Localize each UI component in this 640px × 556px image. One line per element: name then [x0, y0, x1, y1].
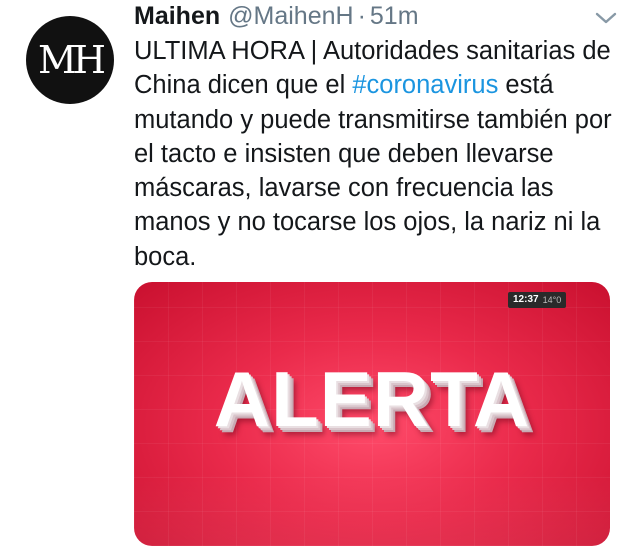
separator-dot: · [357, 2, 366, 30]
tweet-media-image[interactable]: 12:37 14°0 ALERTA [134, 282, 610, 546]
user-handle[interactable]: @MaihenH [228, 1, 353, 31]
alert-headline: ALERTA [213, 355, 531, 443]
avatar[interactable]: MH [26, 16, 114, 104]
tv-clock-time: 12:37 [513, 294, 539, 305]
tweet-text-part: está mutando y puede transmitirse tambié… [134, 71, 612, 271]
timestamp[interactable]: 51m [370, 1, 419, 31]
media-sheen [134, 472, 610, 546]
tv-clock-temperature: 14°0 [542, 295, 562, 305]
tv-clock-badge: 12:37 14°0 [508, 292, 567, 308]
tweet[interactable]: MH Maihen @MaihenH · 51m ULTIMA HORA | A… [0, 0, 640, 556]
avatar-monogram: MH [37, 38, 106, 82]
display-name[interactable]: Maihen [134, 1, 220, 31]
tweet-text: ULTIMA HORA | Autoridades sanitarias de … [134, 34, 620, 274]
hashtag-link[interactable]: #coronavirus [352, 71, 498, 99]
tweet-header: Maihen @MaihenH · 51m [134, 1, 419, 31]
chevron-down-icon[interactable] [594, 10, 618, 26]
